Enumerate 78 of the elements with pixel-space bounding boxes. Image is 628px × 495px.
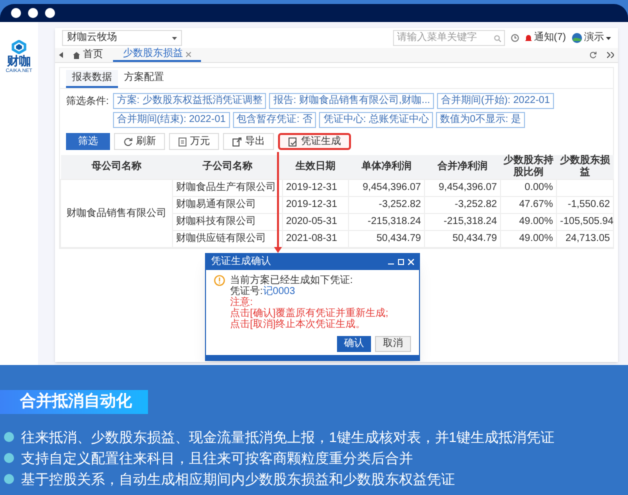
column-header: 生效日期 <box>282 155 348 180</box>
column-header: 合并净利润 <box>424 155 500 180</box>
voucher-button[interactable]: 凭证生成 <box>278 133 351 150</box>
close-icon[interactable] <box>186 52 191 56</box>
tab[interactable]: 首页 <box>63 48 113 62</box>
table-cell: 47.67% <box>500 196 556 214</box>
notifications-link[interactable]: 通知(7) <box>534 32 566 44</box>
table-cell: 9,454,396.07 <box>424 180 500 196</box>
caret-icon <box>606 36 611 40</box>
table-cell: 2019-12-31 <box>282 180 348 196</box>
home-icon <box>73 52 80 58</box>
bell-icon[interactable] <box>524 34 532 42</box>
table-cell: 49.00% <box>500 230 556 248</box>
table-cell: 财咖食品生产有限公司 <box>172 180 282 196</box>
filter-chip[interactable]: 凭证中心: 总账凭证中心 <box>319 112 433 128</box>
filter-chip[interactable]: 合并期间(结束): 2022-01 <box>112 112 230 128</box>
table-cell: -1,550.62 <box>556 196 614 214</box>
clock-icon[interactable] <box>510 34 519 42</box>
sub-tab[interactable]: 报表数据 <box>66 70 118 88</box>
filter-chip[interactable]: 方案: 少数股东权益抵消凭证调整 <box>112 93 266 109</box>
table-cell: 2019-12-31 <box>282 196 348 214</box>
dialog-title: 凭证生成确认 <box>211 256 271 268</box>
filter-chip[interactable]: 数值为0不显示: 是 <box>436 112 525 128</box>
sub-tab[interactable]: 方案配置 <box>118 70 170 88</box>
dialog-note: 注意: <box>230 297 254 308</box>
table-cell: 9,454,396.07 <box>348 180 424 196</box>
filter-label: 筛选条件: <box>66 94 109 108</box>
confirm-button[interactable]: 确认 <box>337 336 371 352</box>
refresh-button[interactable]: 刷新 <box>114 133 165 150</box>
table-cell: -105,505.94 <box>556 214 614 230</box>
table-cell: 50,434.79 <box>348 230 424 248</box>
refresh-icon[interactable] <box>589 51 597 59</box>
maximize-icon[interactable] <box>398 259 404 265</box>
filter-chip[interactable]: 包含暂存凭证: 否 <box>232 112 316 128</box>
avatar-icon <box>572 33 582 43</box>
cancel-button[interactable]: 取消 <box>375 336 411 352</box>
dialog-note: 点击[确认]覆盖原有凭证并重新生成; <box>230 308 388 319</box>
table-cell: 49.00% <box>500 214 556 230</box>
left-arrow-icon[interactable] <box>59 52 63 58</box>
voucher-link[interactable]: 记0003 <box>262 286 296 297</box>
section-title: 合并抵消自动化 <box>0 390 148 414</box>
export-button[interactable]: 导出 <box>223 133 274 150</box>
warning-icon <box>214 275 225 286</box>
table-cell: 财咖食品销售有限公司 <box>60 180 172 248</box>
table-cell: -3,252.82 <box>424 196 500 214</box>
table-cell: 0.00% <box>500 180 556 196</box>
search-icon <box>494 34 501 42</box>
feature-text: 支持自定义配置往来科目，且往来可按客商颗粒度重分类后合并 <box>21 450 413 466</box>
filter-button[interactable]: 筛选 <box>66 133 110 150</box>
company-select[interactable]: 财咖云牧场 <box>62 30 182 46</box>
user-menu[interactable]: 演示 <box>572 32 611 44</box>
dialog-note: 点击[取消]终止本次凭证生成。 <box>230 319 367 330</box>
column-header: 少数股东持股比例 <box>500 155 556 180</box>
filter-chip[interactable]: 合并期间(开始): 2022-01 <box>437 93 554 109</box>
double-chevron-icon[interactable] <box>607 52 614 58</box>
caret-icon <box>172 36 177 40</box>
feature-text: 往来抵消、少数股东损益、现金流量抵消免上报，1键生成核对表，并1键生成抵消凭证 <box>21 429 555 445</box>
table-cell: 2021-08-31 <box>282 230 348 248</box>
table-cell: -3,252.82 <box>348 196 424 214</box>
refresh-icon <box>123 136 133 146</box>
unit-button[interactable]: 万元 <box>169 133 219 150</box>
column-header: 子公司名称 <box>172 155 282 180</box>
dialog-message: 当前方案已经生成如下凭证: <box>230 275 354 286</box>
tab[interactable]: 少数股东损益 <box>113 48 201 62</box>
table-cell: 2020-05-31 <box>282 214 348 230</box>
table-cell: -215,318.24 <box>348 214 424 230</box>
logo-icon <box>11 40 27 54</box>
voucher-label: 凭证号: <box>230 286 263 297</box>
export-icon <box>232 136 242 146</box>
feature-text: 基于控股关系，自动生成相应期间内少数股东损益和少数股东权益凭证 <box>21 471 455 487</box>
column-header: 单体净利润 <box>348 155 424 180</box>
column-header: 母公司名称 <box>60 155 172 180</box>
filter-chip[interactable]: 报告: 财咖食品销售有限公司,财咖... <box>269 93 434 109</box>
table-cell: -215,318.24 <box>424 214 500 230</box>
table-cell: 24,713.05 <box>556 230 614 248</box>
logo-text: 财咖 <box>7 55 31 68</box>
column-header: 少数股东损益 <box>556 155 614 180</box>
table-cell: 50,434.79 <box>424 230 500 248</box>
